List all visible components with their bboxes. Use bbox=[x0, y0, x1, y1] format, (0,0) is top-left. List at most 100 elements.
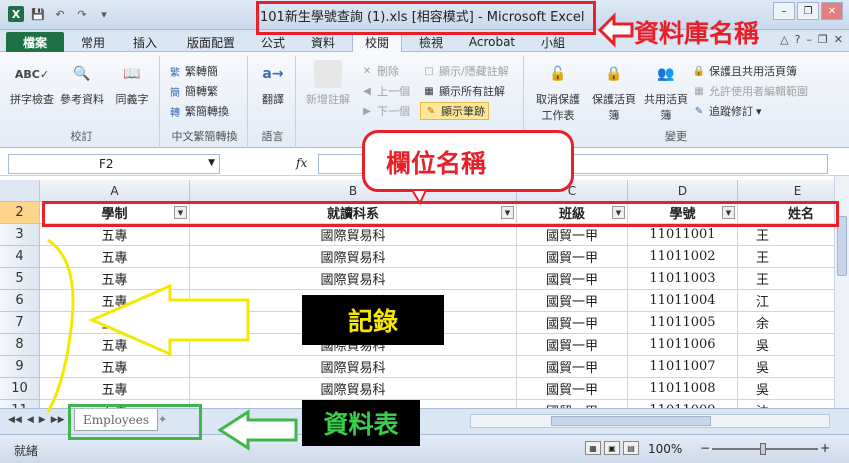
tab-insert[interactable]: 插入 bbox=[122, 32, 168, 52]
table-cell-student-id[interactable]: 11011009 bbox=[628, 400, 738, 408]
redo-icon[interactable]: ↷ bbox=[74, 6, 90, 22]
table-cell-student-id[interactable]: 11011001 bbox=[628, 224, 738, 246]
translate-button[interactable]: a→ 翻譯 bbox=[251, 60, 295, 107]
zoom-level[interactable]: 100% bbox=[648, 442, 682, 456]
tab-page-layout[interactable]: 版面配置 bbox=[176, 32, 246, 52]
tab-acrobat[interactable]: Acrobat bbox=[462, 32, 522, 52]
excel-icon[interactable]: X bbox=[8, 6, 24, 22]
zoom-in-icon[interactable]: + bbox=[820, 441, 830, 455]
table-cell-student-id[interactable]: 11011003 bbox=[628, 268, 738, 290]
table-cell-name[interactable]: 沈 bbox=[738, 400, 834, 408]
table-cell-name[interactable]: 吳 bbox=[738, 378, 834, 400]
minimize-ribbon-icon[interactable]: △ bbox=[780, 33, 788, 46]
table-cell-school-system[interactable]: 五專 bbox=[40, 268, 190, 290]
show-ink-button[interactable]: ✎ 顯示筆跡 bbox=[420, 102, 489, 120]
table-cell-department[interactable]: 國際貿易科 bbox=[190, 246, 517, 268]
column-header-a[interactable]: A bbox=[40, 180, 190, 202]
table-cell-department[interactable]: 國際貿易科 bbox=[190, 224, 517, 246]
table-cell-name[interactable]: 王 bbox=[738, 268, 834, 290]
row-header[interactable]: 6 bbox=[0, 290, 40, 312]
thesaurus-button[interactable]: 📖 同義字 bbox=[110, 60, 154, 107]
research-button[interactable]: 🔍 參考資料 bbox=[60, 60, 104, 107]
protect-share-button[interactable]: 🔒 保護且共用活頁簿 bbox=[692, 62, 797, 80]
normal-view-icon[interactable]: ▦ bbox=[585, 441, 601, 455]
table-cell-school-system[interactable]: 五專 bbox=[40, 290, 190, 312]
table-cell-school-system[interactable]: 五專 bbox=[40, 224, 190, 246]
unprotect-sheet-button[interactable]: 🔓 取消保護工作表 bbox=[532, 60, 584, 123]
row-header[interactable]: 5 bbox=[0, 268, 40, 290]
table-cell-department[interactable]: 國際貿易科 bbox=[190, 268, 517, 290]
table-cell-class[interactable]: 國貿一甲 bbox=[517, 268, 628, 290]
show-hide-comment-button[interactable]: □ 顯示/隱藏註解 bbox=[422, 62, 508, 80]
table-cell-name[interactable]: 吳 bbox=[738, 356, 834, 378]
table-cell-class[interactable]: 國貿一甲 bbox=[517, 290, 628, 312]
tab-data[interactable]: 資料 bbox=[300, 32, 346, 52]
row-header[interactable]: 9 bbox=[0, 356, 40, 378]
previous-comment-button[interactable]: ◀ 上一個 bbox=[360, 82, 410, 100]
table-cell-student-id[interactable]: 11011002 bbox=[628, 246, 738, 268]
table-cell-class[interactable]: 國貿一甲 bbox=[517, 356, 628, 378]
row-header[interactable]: 10 bbox=[0, 378, 40, 400]
row-header[interactable]: 8 bbox=[0, 334, 40, 356]
table-cell-school-system[interactable]: 五專 bbox=[40, 334, 190, 356]
tab-review[interactable]: 校閱 bbox=[352, 32, 402, 52]
close-icon[interactable]: ✕ bbox=[821, 2, 843, 20]
table-cell-name[interactable]: 余 bbox=[738, 312, 834, 334]
tab-formulas[interactable]: 公式 bbox=[250, 32, 296, 52]
wb-minimize-icon[interactable]: – bbox=[806, 33, 812, 46]
name-box[interactable]: F2 ▼ bbox=[8, 154, 220, 174]
table-cell-class[interactable]: 國貿一甲 bbox=[517, 334, 628, 356]
table-cell-student-id[interactable]: 11011005 bbox=[628, 312, 738, 334]
table-cell-school-system[interactable]: 五專 bbox=[40, 356, 190, 378]
column-header-d[interactable]: D bbox=[628, 180, 738, 202]
prev-sheet-icon[interactable]: ◀ bbox=[27, 415, 34, 425]
restore-icon[interactable]: ❐ bbox=[797, 2, 819, 20]
help-icon[interactable]: ? bbox=[795, 33, 801, 46]
tab-team[interactable]: 小組 bbox=[530, 32, 576, 52]
row-header[interactable]: 2 bbox=[0, 202, 40, 224]
table-cell-name[interactable]: 吳 bbox=[738, 334, 834, 356]
protect-workbook-button[interactable]: 🔒 保護活頁簿 bbox=[588, 60, 640, 123]
table-cell-name[interactable]: 江 bbox=[738, 290, 834, 312]
save-icon[interactable]: 💾 bbox=[30, 6, 46, 22]
row-header[interactable]: 4 bbox=[0, 246, 40, 268]
chevron-down-icon[interactable]: ▼ bbox=[208, 158, 215, 168]
minimize-icon[interactable]: – bbox=[773, 2, 795, 20]
convert-button[interactable]: 轉 繁簡轉換 bbox=[168, 102, 229, 120]
table-cell-department[interactable]: 國際貿易科 bbox=[190, 378, 517, 400]
customize-qat-icon[interactable]: ▾ bbox=[96, 6, 112, 22]
table-cell-class[interactable]: 國貿一甲 bbox=[517, 312, 628, 334]
allow-edit-ranges-button[interactable]: ▦ 允許使用者編輯範圍 bbox=[692, 82, 808, 100]
page-break-view-icon[interactable]: ▤ bbox=[623, 441, 639, 455]
tab-home[interactable]: 常用 bbox=[70, 32, 116, 52]
next-sheet-icon[interactable]: ▶ bbox=[39, 415, 46, 425]
share-workbook-button[interactable]: 👥 共用活頁簿 bbox=[644, 60, 688, 123]
horizontal-scrollbar[interactable] bbox=[470, 414, 830, 428]
fx-icon[interactable]: fx bbox=[296, 156, 307, 170]
track-changes-button[interactable]: ✎ 追蹤修訂 ▾ bbox=[692, 102, 762, 120]
first-sheet-icon[interactable]: ◀◀ bbox=[8, 415, 22, 425]
table-cell-class[interactable]: 國貿一甲 bbox=[517, 400, 628, 408]
tab-file[interactable]: 檔案 bbox=[6, 32, 64, 52]
zoom-out-icon[interactable]: − bbox=[700, 441, 710, 455]
table-cell-school-system[interactable]: 五專 bbox=[40, 378, 190, 400]
table-cell-student-id[interactable]: 11011007 bbox=[628, 356, 738, 378]
to-simplified-button[interactable]: 繁 繁轉簡 bbox=[168, 62, 218, 80]
column-header-e[interactable]: E bbox=[738, 180, 834, 202]
tab-view[interactable]: 檢視 bbox=[408, 32, 454, 52]
scroll-thumb[interactable] bbox=[551, 416, 711, 426]
table-cell-department[interactable]: 國際貿易科 bbox=[190, 356, 517, 378]
last-sheet-icon[interactable]: ▶▶ bbox=[51, 415, 65, 425]
to-traditional-button[interactable]: 簡 簡轉繁 bbox=[168, 82, 218, 100]
table-cell-student-id[interactable]: 11011006 bbox=[628, 334, 738, 356]
page-layout-view-icon[interactable]: ▣ bbox=[604, 441, 620, 455]
new-comment-button[interactable]: 新增註解 bbox=[302, 60, 354, 107]
select-all-corner[interactable] bbox=[0, 180, 40, 202]
table-cell-class[interactable]: 國貿一甲 bbox=[517, 378, 628, 400]
spelling-button[interactable]: ABC✓ 拼字檢查 bbox=[10, 60, 54, 107]
delete-comment-button[interactable]: ✕ 刪除 bbox=[360, 62, 399, 80]
table-cell-name[interactable]: 王 bbox=[738, 224, 834, 246]
row-header[interactable]: 7 bbox=[0, 312, 40, 334]
undo-icon[interactable]: ↶ bbox=[52, 6, 68, 22]
next-comment-button[interactable]: ▶ 下一個 bbox=[360, 102, 410, 120]
